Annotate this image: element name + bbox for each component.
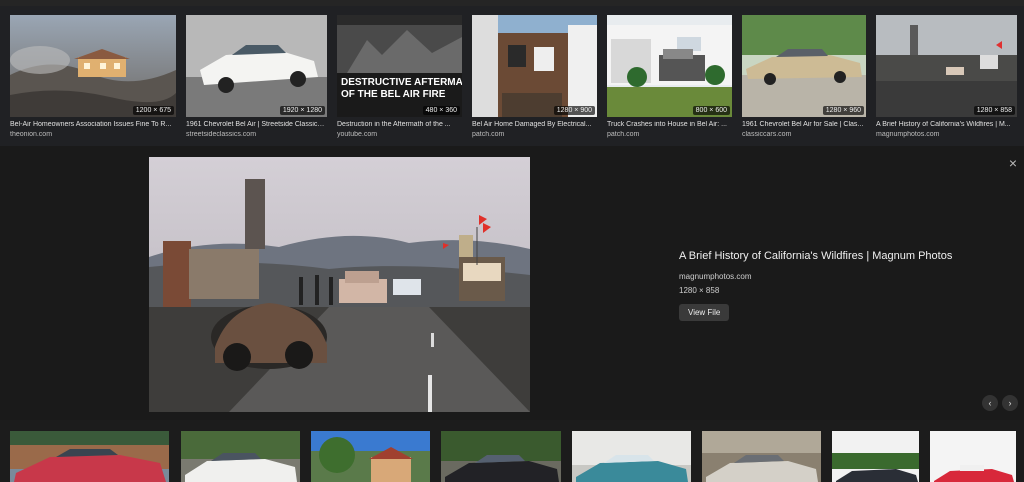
image-source[interactable]: magnumphotos.com [876, 131, 1017, 138]
image-result-card[interactable]: 800 × 600 Truck Crashes into House in Be… [607, 15, 732, 142]
thumbnail-neighborhood[interactable] [311, 431, 430, 482]
image-title[interactable]: Bel-Air Homeowners Association Issues Fi… [10, 121, 176, 128]
thumbnail-wildfire-street[interactable]: 1280 × 858 [876, 15, 1017, 117]
image-source[interactable]: classiccars.com [742, 131, 866, 138]
image-size-badge: 480 × 360 [422, 106, 460, 115]
image-title[interactable]: Truck Crashes into House in Bel Air: ... [607, 121, 732, 128]
thumbnail-teal-car[interactable] [572, 431, 691, 482]
preview-size: 1280 × 858 [679, 286, 720, 295]
preview-title[interactable]: A Brief History of California's Wildfire… [679, 250, 999, 262]
image-result-card[interactable]: 1280 × 900 Bel Air Home Damaged By Elect… [472, 15, 597, 142]
thumbnail-fire-aftermath-video[interactable]: DESTRUCTIVE AFTERMATH OF THE BEL AIR FIR… [337, 15, 462, 117]
image-source[interactable]: patch.com [472, 131, 597, 138]
video-overlay-line2: OF THE BEL AIR FIRE [341, 89, 446, 100]
image-title[interactable]: A Brief History of California's Wildfire… [876, 121, 1017, 128]
preview-image[interactable] [149, 157, 530, 412]
preview-source[interactable]: magnumphotos.com [679, 272, 999, 281]
thumbnail-truck-crash[interactable]: 800 × 600 [607, 15, 732, 117]
image-size-badge: 1280 × 900 [553, 106, 595, 115]
image-result-card[interactable]: 1280 × 858 A Brief History of California… [876, 15, 1017, 142]
thumbnail-wildfire-mansion[interactable]: 1200 × 675 [10, 15, 176, 117]
video-overlay-line1: DESTRUCTIVE AFTERMATH [341, 77, 462, 88]
image-source[interactable]: theonion.com [10, 131, 176, 138]
image-title[interactable]: Bel Air Home Damaged By Electrical... [472, 121, 597, 128]
chevron-left-icon[interactable]: ‹ [982, 395, 998, 411]
thumbnail-red-car[interactable] [10, 431, 169, 482]
image-source[interactable]: patch.com [607, 131, 732, 138]
view-file-button[interactable]: View File [679, 304, 730, 321]
image-result-card[interactable]: 1920 × 1280 1961 Chevrolet Bel Air | Str… [186, 15, 327, 142]
image-title[interactable]: 1961 Chevrolet Bel Air for Sale | Clas..… [742, 121, 866, 128]
thumbnail-white-car[interactable] [181, 431, 300, 482]
thumbnail-black-car[interactable] [441, 431, 561, 482]
preview-info: A Brief History of California's Wildfire… [679, 250, 999, 321]
related-images-row: 1200 × 675 Bel-Air Homeowners Associatio… [0, 6, 1024, 146]
image-result-card[interactable]: DESTRUCTIVE AFTERMATH OF THE BEL AIR FIR… [337, 15, 462, 142]
thumbnail-dark-car[interactable] [832, 431, 919, 482]
image-result-card[interactable]: 1280 × 960 1961 Chevrolet Bel Air for Sa… [742, 15, 866, 142]
thumbnail-damaged-home[interactable]: 1280 × 900 [472, 15, 597, 117]
thumbnail-red-convertible[interactable] [930, 431, 1016, 482]
image-title[interactable]: 1961 Chevrolet Bel Air | Streetside Clas… [186, 121, 327, 128]
image-size-badge: 1920 × 1280 [279, 106, 325, 115]
thumbnail-white-chevrolet[interactable]: 1920 × 1280 [186, 15, 327, 117]
more-images-row [0, 420, 1024, 482]
image-source[interactable]: youtube.com [337, 131, 462, 138]
thumbnail-silver-car[interactable] [702, 431, 821, 482]
thumbnail-tan-chevrolet[interactable]: 1280 × 960 [742, 15, 866, 117]
close-icon[interactable]: × [1004, 154, 1022, 172]
chevron-right-icon[interactable]: › [1002, 395, 1018, 411]
image-preview-panel: × A Brief History of California's Wildfi… [0, 146, 1024, 420]
image-size-badge: 1280 × 960 [822, 106, 864, 115]
image-size-badge: 800 × 600 [692, 106, 730, 115]
image-source[interactable]: streetsideclassics.com [186, 131, 327, 138]
image-result-card[interactable]: 1200 × 675 Bel-Air Homeowners Associatio… [10, 15, 176, 142]
image-size-badge: 1280 × 858 [973, 106, 1015, 115]
image-title[interactable]: Destruction in the Aftermath of the ... [337, 121, 462, 128]
image-size-badge: 1200 × 675 [132, 106, 174, 115]
